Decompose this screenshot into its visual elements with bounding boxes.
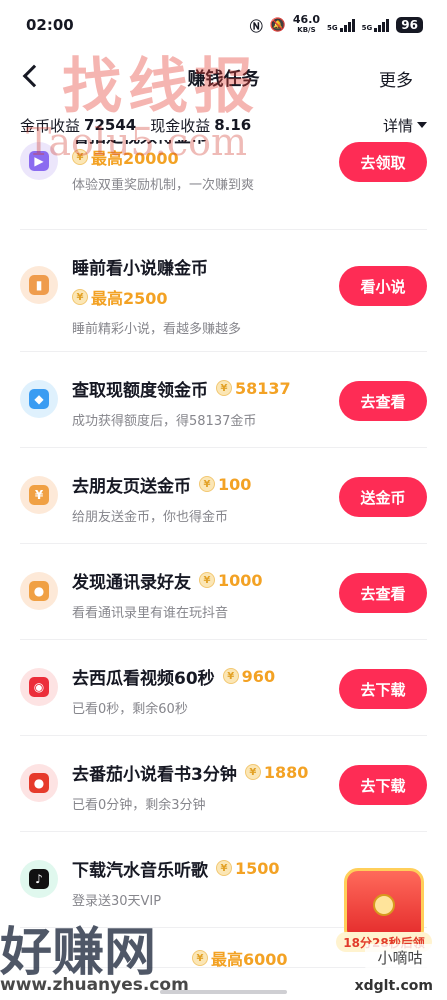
task-reward: ¥1000 <box>199 571 263 590</box>
net-speed: 46.0 KB/S <box>292 13 321 35</box>
task-item: ◆ 查取现额度领金币 ¥58137 成功获得额度后，得58137金币 去查看 <box>20 352 427 448</box>
caret-down-icon <box>417 122 427 128</box>
task-description: 登录送30天VIP <box>72 894 162 909</box>
yen-icon: ¥ <box>20 476 58 514</box>
task-title: 睡前看小说赚金币 <box>72 258 208 279</box>
task-action-button[interactable]: 去下载 <box>339 669 427 709</box>
battery-icon: 96 <box>396 17 423 33</box>
task-reward-value: 1880 <box>263 762 309 782</box>
app-root: 02:00 Ⓝ 🔕 46.0 KB/S 5G 5G 96 赚钱任务 更多 ▶ ¥… <box>0 0 447 1000</box>
task-item: ¥ 去朋友页送金币 ¥100 给朋友送金币，你也得金币 送金币 <box>20 448 427 544</box>
task-title: 查取现额度领金币 <box>72 380 208 401</box>
task-title: 发现通讯录好友 <box>72 572 191 593</box>
coin-icon: ¥ <box>244 764 261 780</box>
task-reward-value: 58137 <box>235 378 291 398</box>
watermelon-icon: ◉ <box>20 668 58 706</box>
coin-icon: ¥ <box>199 476 215 492</box>
network-type-1: 5G <box>327 23 338 32</box>
task-action-button[interactable]: 去查看 <box>339 381 427 421</box>
task-description: 成功获得额度后，得58137金币 <box>72 414 257 429</box>
task-title-row: 睡前看小说赚金币 <box>72 254 208 279</box>
task-action-button[interactable]: 去下载 <box>339 765 427 805</box>
coin-icon: ¥ <box>216 860 232 876</box>
task-action-button[interactable]: 看小说 <box>339 266 427 306</box>
contacts-icon: ● <box>20 572 58 610</box>
task-reward-value: 1500 <box>235 858 280 878</box>
nfc-icon: Ⓝ <box>249 19 263 35</box>
task-description: 睡前精彩小说，看越多赚越多 <box>72 322 242 337</box>
task-item: ◉ 去西瓜看视频60秒 ¥960 已看0秒，剩余60秒 去下载 <box>20 640 427 736</box>
task-title-row: 查取现额度领金币 ¥58137 <box>72 376 291 401</box>
watermark-url: Taolu5.com <box>26 120 248 164</box>
mute-icon: 🔕 <box>269 17 286 33</box>
task-reward-value: 最高2500 <box>91 289 168 308</box>
signal-icon-2: 5G <box>361 18 390 32</box>
watermark-bottom-right: xdglt.com <box>354 978 433 994</box>
music-icon: ♪ <box>20 860 58 898</box>
coin-icon: ¥ <box>72 289 88 305</box>
back-icon[interactable] <box>22 64 46 88</box>
home-indicator <box>160 990 287 994</box>
task-reward-value: 960 <box>241 666 276 686</box>
details-label: 详情 <box>382 116 413 135</box>
task-action-button[interactable]: 送金币 <box>339 477 427 517</box>
task-title: 去西瓜看视频60秒 <box>72 668 215 689</box>
task-action-button[interactable]: 去领取 <box>339 142 427 182</box>
tomato-icon: ● <box>20 764 58 802</box>
watermark-top: 找线报 <box>62 52 260 122</box>
task-title-row: 去番茄小说看书3分钟 ¥1880 <box>72 760 309 785</box>
task-list: ▶ 看指定视频得金币 ¥最高20000 体验双重奖励机制，一次赚到爽 去领取 ▮… <box>0 127 447 970</box>
task-title: 去朋友页送金币 <box>72 476 191 497</box>
task-description: 看看通讯录里有谁在玩抖音 <box>72 606 229 621</box>
book-icon: ▮ <box>20 266 58 304</box>
net-speed-value: 46.0 <box>292 13 321 26</box>
net-speed-unit: KB/S <box>297 26 316 34</box>
task-reward: ¥100 <box>199 475 251 494</box>
credit-icon: ◆ <box>20 380 58 418</box>
task-title-row: 去西瓜看视频60秒 ¥960 <box>72 664 276 689</box>
task-reward: ¥960 <box>222 666 276 686</box>
task-description: 已看0分钟，剩余3分钟 <box>72 798 206 813</box>
chest-lock-icon <box>373 894 395 916</box>
task-reward: ¥58137 <box>216 379 291 398</box>
details-button[interactable]: 详情 <box>383 115 427 136</box>
task-reward: ¥1500 <box>216 859 280 878</box>
task-title: 去番茄小说看书3分钟 <box>72 764 237 785</box>
task-reward-value: 100 <box>218 474 252 494</box>
task-item: ▮ 睡前看小说赚金币 ¥ 最高2500 睡前精彩小说，看越多赚越多 看小说 <box>20 230 427 352</box>
task-title: 下载汽水音乐听歌 <box>72 860 208 881</box>
status-icons: Ⓝ 🔕 46.0 KB/S 5G 5G 96 <box>249 13 423 35</box>
watermark-small: 小嘀咕 <box>365 944 435 970</box>
task-reward-value: 最高6000 <box>211 950 288 969</box>
task-description: 体验双重奖励机制，一次赚到爽 <box>72 178 255 193</box>
coin-icon: ¥ <box>192 950 208 966</box>
coin-icon: ¥ <box>216 380 232 396</box>
task-reward: ¥ 最高6000 <box>192 946 288 970</box>
task-description: 给朋友送金币，你也得金币 <box>72 510 229 525</box>
task-title-row: 去朋友页送金币 ¥100 <box>72 472 251 497</box>
task-title-row: 下载汽水音乐听歌 ¥1500 <box>72 856 280 881</box>
task-action-button[interactable]: 去查看 <box>339 573 427 613</box>
signal-icon-1: 5G <box>327 18 355 32</box>
task-reward: ¥ 最高2500 <box>72 286 168 308</box>
task-reward: ¥1880 <box>244 762 309 782</box>
task-item: ● 发现通讯录好友 ¥1000 看看通讯录里有谁在玩抖音 去查看 <box>20 544 427 640</box>
watermark-bottom-left: 好赚网 <box>0 922 157 983</box>
task-title-row: 发现通讯录好友 ¥1000 <box>72 568 263 593</box>
task-description: 已看0秒，剩余60秒 <box>72 702 188 717</box>
status-time: 02:00 <box>26 16 74 34</box>
task-reward-value: 1000 <box>218 570 263 590</box>
coin-icon: ¥ <box>222 668 239 684</box>
task-item: ● 去番茄小说看书3分钟 ¥1880 已看0分钟，剩余3分钟 去下载 <box>20 736 427 832</box>
more-button[interactable]: 更多 <box>379 66 413 91</box>
network-type-2: 5G <box>361 23 373 32</box>
coin-icon: ¥ <box>199 572 215 588</box>
